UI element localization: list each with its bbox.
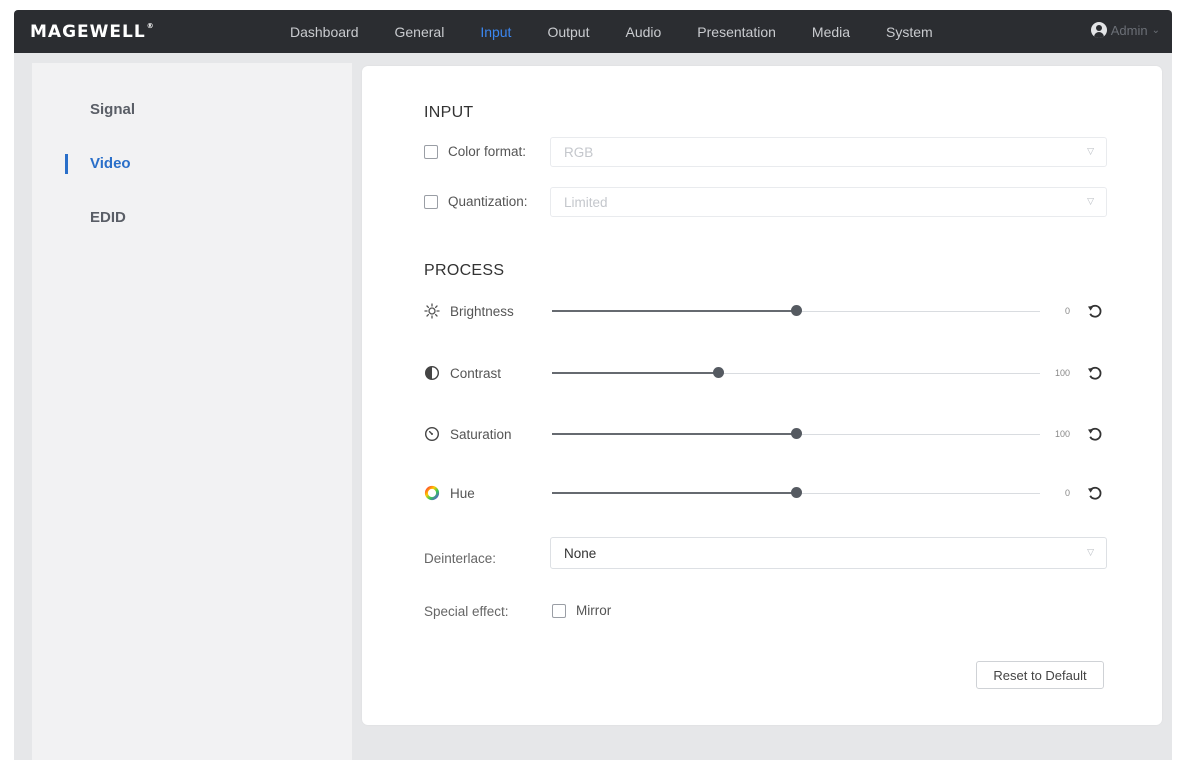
quantization-label: Quantization: [448,194,528,209]
hue-label: Hue [450,485,475,501]
saturation-row: Saturation [424,426,512,442]
special-effect-label: Special effect: [424,604,509,619]
slider-fill [552,310,796,312]
sidebar-item-edid[interactable]: EDID [90,209,126,226]
nav-general[interactable]: General [395,24,445,40]
sidebar: Signal Video EDID [32,63,352,760]
sidebar-item-video[interactable]: Video [90,155,131,172]
chevron-down-icon: ▽ [1087,146,1094,156]
color-format-checkbox[interactable] [424,144,438,159]
contrast-slider[interactable] [552,366,1040,380]
contrast-icon [424,365,440,381]
slider-thumb[interactable] [791,487,802,498]
settings-panel: INPUT Color format: RGB ▽ Quantization: … [362,66,1162,725]
saturation-label: Saturation [450,426,512,442]
top-navbar: MAGEWELL® Dashboard General Input Output… [14,10,1172,53]
nav-output[interactable]: Output [547,24,589,40]
sidebar-active-indicator [65,154,68,174]
deinterlace-label: Deinterlace: [424,551,497,566]
saturation-slider[interactable] [552,427,1040,441]
user-name: Admin [1110,22,1148,38]
mirror-option: Mirror [552,603,611,618]
quantization-select[interactable]: Limited ▽ [550,187,1107,217]
nav-presentation[interactable]: Presentation [697,24,776,40]
chevron-down-icon: ▽ [1087,196,1094,206]
hue-value: 0 [1064,488,1070,498]
reset-hue-icon[interactable] [1086,484,1104,502]
contrast-label: Contrast [450,365,502,381]
slider-thumb[interactable] [791,305,802,316]
slider-fill [552,433,796,435]
slider-thumb[interactable] [791,428,802,439]
color-format-value: RGB [564,144,594,160]
slider-fill [552,372,718,374]
reset-brightness-icon[interactable] [1086,302,1104,320]
mirror-checkbox[interactable] [552,603,566,618]
brightness-value: 0 [1064,306,1070,316]
contrast-row: Contrast [424,365,501,381]
nav-media[interactable]: Media [812,24,850,40]
chevron-down-icon: ▽ [1087,547,1094,557]
process-section-title: PROCESS [424,262,505,279]
saturation-icon [424,426,440,442]
reset-to-default-button[interactable]: Reset to Default [976,661,1104,689]
brand-name: MAGEWELL [30,22,146,42]
user-menu[interactable]: Admin ⌄ [1090,22,1160,38]
saturation-value: 100 [1054,429,1070,439]
deinterlace-select[interactable]: None ▽ [550,537,1107,569]
input-section-title: INPUT [424,104,474,121]
sidebar-item-signal[interactable]: Signal [90,101,135,118]
reset-contrast-icon[interactable] [1086,364,1104,382]
contrast-value: 100 [1054,368,1070,378]
brand-logo[interactable]: MAGEWELL® [30,22,155,42]
brightness-label: Brightness [450,303,514,319]
user-avatar-icon [1090,22,1107,38]
chevron-down-icon: ⌄ [1151,24,1160,36]
app-frame: MAGEWELL® Dashboard General Input Output… [14,10,1172,760]
hue-icon [424,485,440,501]
brightness-slider[interactable] [552,304,1040,318]
mirror-label: Mirror [576,603,612,618]
slider-fill [552,492,796,494]
color-format-label: Color format: [448,144,527,159]
quantization-value: Limited [564,194,608,210]
quantization-checkbox[interactable] [424,194,438,209]
hue-row: Hue [424,485,475,501]
nav-audio[interactable]: Audio [625,24,661,40]
nav-input[interactable]: Input [480,24,511,40]
quantization-row: Quantization: [424,194,528,209]
reset-saturation-icon[interactable] [1086,425,1104,443]
slider-thumb[interactable] [713,367,724,378]
brightness-row: Brightness [424,303,514,319]
nav-dashboard[interactable]: Dashboard [290,24,359,40]
deinterlace-value: None [564,545,597,561]
nav-system[interactable]: System [886,24,933,40]
hue-slider[interactable] [552,486,1040,500]
main-nav: Dashboard General Input Output Audio Pre… [290,10,969,53]
color-format-select[interactable]: RGB ▽ [550,137,1107,167]
color-format-row: Color format: [424,144,526,159]
brightness-icon [424,303,440,319]
